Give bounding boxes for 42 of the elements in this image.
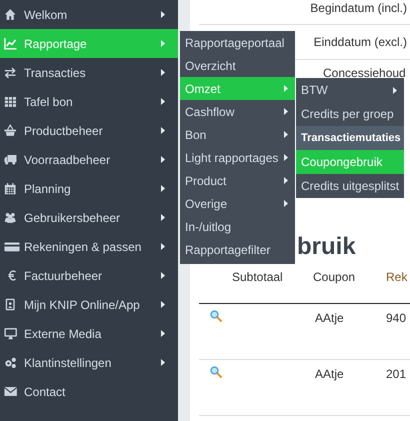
sidebar-item[interactable]: Tafel bon xyxy=(0,87,178,116)
menu-item[interactable]: Cashflow xyxy=(180,100,295,123)
monitor-icon xyxy=(4,327,20,340)
table-cell: AAtje xyxy=(313,304,386,360)
menu-item[interactable]: Credits per groep xyxy=(296,102,404,126)
search-icon[interactable] xyxy=(210,366,222,378)
sidebar-item[interactable]: Factuurbeheer xyxy=(0,261,178,290)
menu-item[interactable]: Light rapportages xyxy=(180,146,295,169)
envelope-icon xyxy=(4,385,20,398)
table-cell: AAtje xyxy=(313,360,386,416)
sidebar-item[interactable]: Welkom xyxy=(0,0,178,29)
sidebar-item[interactable]: Klantinstellingen xyxy=(0,348,178,377)
field-label: Einddatum (excl.) xyxy=(314,35,407,49)
sidebar-item[interactable]: Rekeningen & passen xyxy=(0,232,178,261)
menu-item[interactable]: Product xyxy=(180,169,295,192)
column-header: Coupon xyxy=(313,267,386,304)
menu-item[interactable]: In-/uitlog xyxy=(180,215,295,238)
menu-item[interactable]: Transactiemutaties xyxy=(296,126,404,150)
field-label: Begindatum (incl.) xyxy=(310,1,407,15)
menu-item[interactable]: Bon xyxy=(180,123,295,146)
column-header: Rek xyxy=(386,267,410,304)
menu-item[interactable]: Rapportagefilter xyxy=(180,238,295,261)
sidebar-item[interactable]: Productbeheer xyxy=(0,116,178,145)
menu-item[interactable]: Credits uitgesplitst xyxy=(296,174,404,198)
sidebar-item[interactable]: Mijn KNIP Online/App xyxy=(0,290,178,319)
menu-item[interactable]: BTW xyxy=(296,78,404,102)
page-heading: bruik xyxy=(297,233,357,261)
menu-item[interactable]: Rapportageportaal xyxy=(180,31,295,54)
menu-item[interactable]: Overzicht xyxy=(180,54,295,77)
sidebar-item[interactable]: Externe Media xyxy=(0,319,178,348)
search-icon[interactable] xyxy=(210,310,222,322)
column-header: Subtotaal xyxy=(232,267,313,304)
sidebar-item[interactable]: Planning xyxy=(0,174,178,203)
field-label: Concessiehoud xyxy=(323,66,406,80)
table-cell: 201 xyxy=(386,360,410,416)
sidebar-item[interactable]: Contact xyxy=(0,377,178,406)
table-cell: 940 xyxy=(386,304,410,360)
sidebar-item[interactable]: Transacties xyxy=(0,58,178,87)
credit-card-icon xyxy=(4,240,20,253)
sidebar-item[interactable]: Voorraadbeheer xyxy=(0,145,178,174)
menu-item[interactable]: Overige xyxy=(180,192,295,215)
sidebar-item[interactable]: Gebruikersbeheer xyxy=(0,203,178,232)
